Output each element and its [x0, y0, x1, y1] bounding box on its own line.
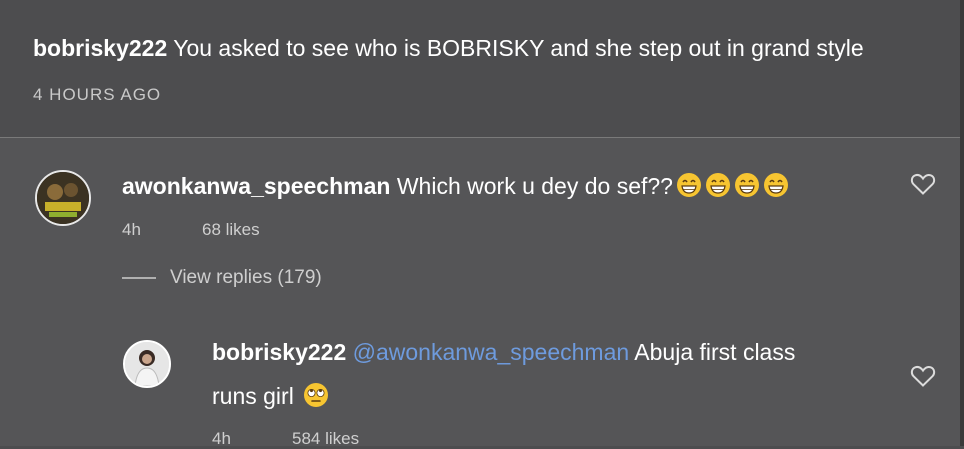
post-caption: bobrisky222 You asked to see who is BOBR…: [33, 34, 864, 62]
comment-username[interactable]: awonkanwa_speechman: [122, 173, 390, 199]
reply-text-line1: Abuja first class: [634, 339, 796, 365]
comment-likes[interactable]: 68 likes: [202, 220, 260, 240]
grinning-face-emoji: [673, 173, 789, 199]
replies-line: [122, 276, 156, 279]
avatar-image: [37, 172, 89, 224]
reply-comment: bobrisky222 @awonkanwa_speechman Abuja f…: [212, 338, 795, 366]
comments-section: awonkanwa_speechman Which work u dey do …: [0, 138, 960, 446]
comment-age[interactable]: 4h: [122, 220, 141, 240]
reply-avatar-image: [125, 342, 169, 386]
window-edge: [960, 0, 964, 446]
reply-age[interactable]: 4h: [212, 429, 231, 449]
avatar[interactable]: [35, 170, 91, 226]
post-username[interactable]: bobrisky222: [33, 35, 167, 61]
heart-icon[interactable]: [910, 172, 936, 196]
post-timestamp[interactable]: 4 HOURS AGO: [33, 85, 161, 105]
reply-comment-line2: runs girl: [212, 382, 329, 410]
rolling-eyes-emoji: [300, 383, 329, 409]
comment: awonkanwa_speechman Which work u dey do …: [122, 172, 789, 200]
reply-text-line2: runs girl: [212, 383, 294, 409]
comment-text: Which work u dey do sef??: [396, 173, 673, 199]
reply-mention[interactable]: @awonkanwa_speechman: [353, 339, 630, 365]
post-caption-text: You asked to see who is BOBRISKY and she…: [173, 35, 864, 61]
reply-avatar[interactable]: [123, 340, 171, 388]
reply-username[interactable]: bobrisky222: [212, 339, 346, 365]
reply-heart-icon[interactable]: [910, 364, 936, 388]
reply-likes[interactable]: 584 likes: [292, 429, 359, 449]
view-replies-label: View replies (179): [170, 267, 322, 288]
view-replies-button[interactable]: View replies (179): [122, 267, 322, 289]
